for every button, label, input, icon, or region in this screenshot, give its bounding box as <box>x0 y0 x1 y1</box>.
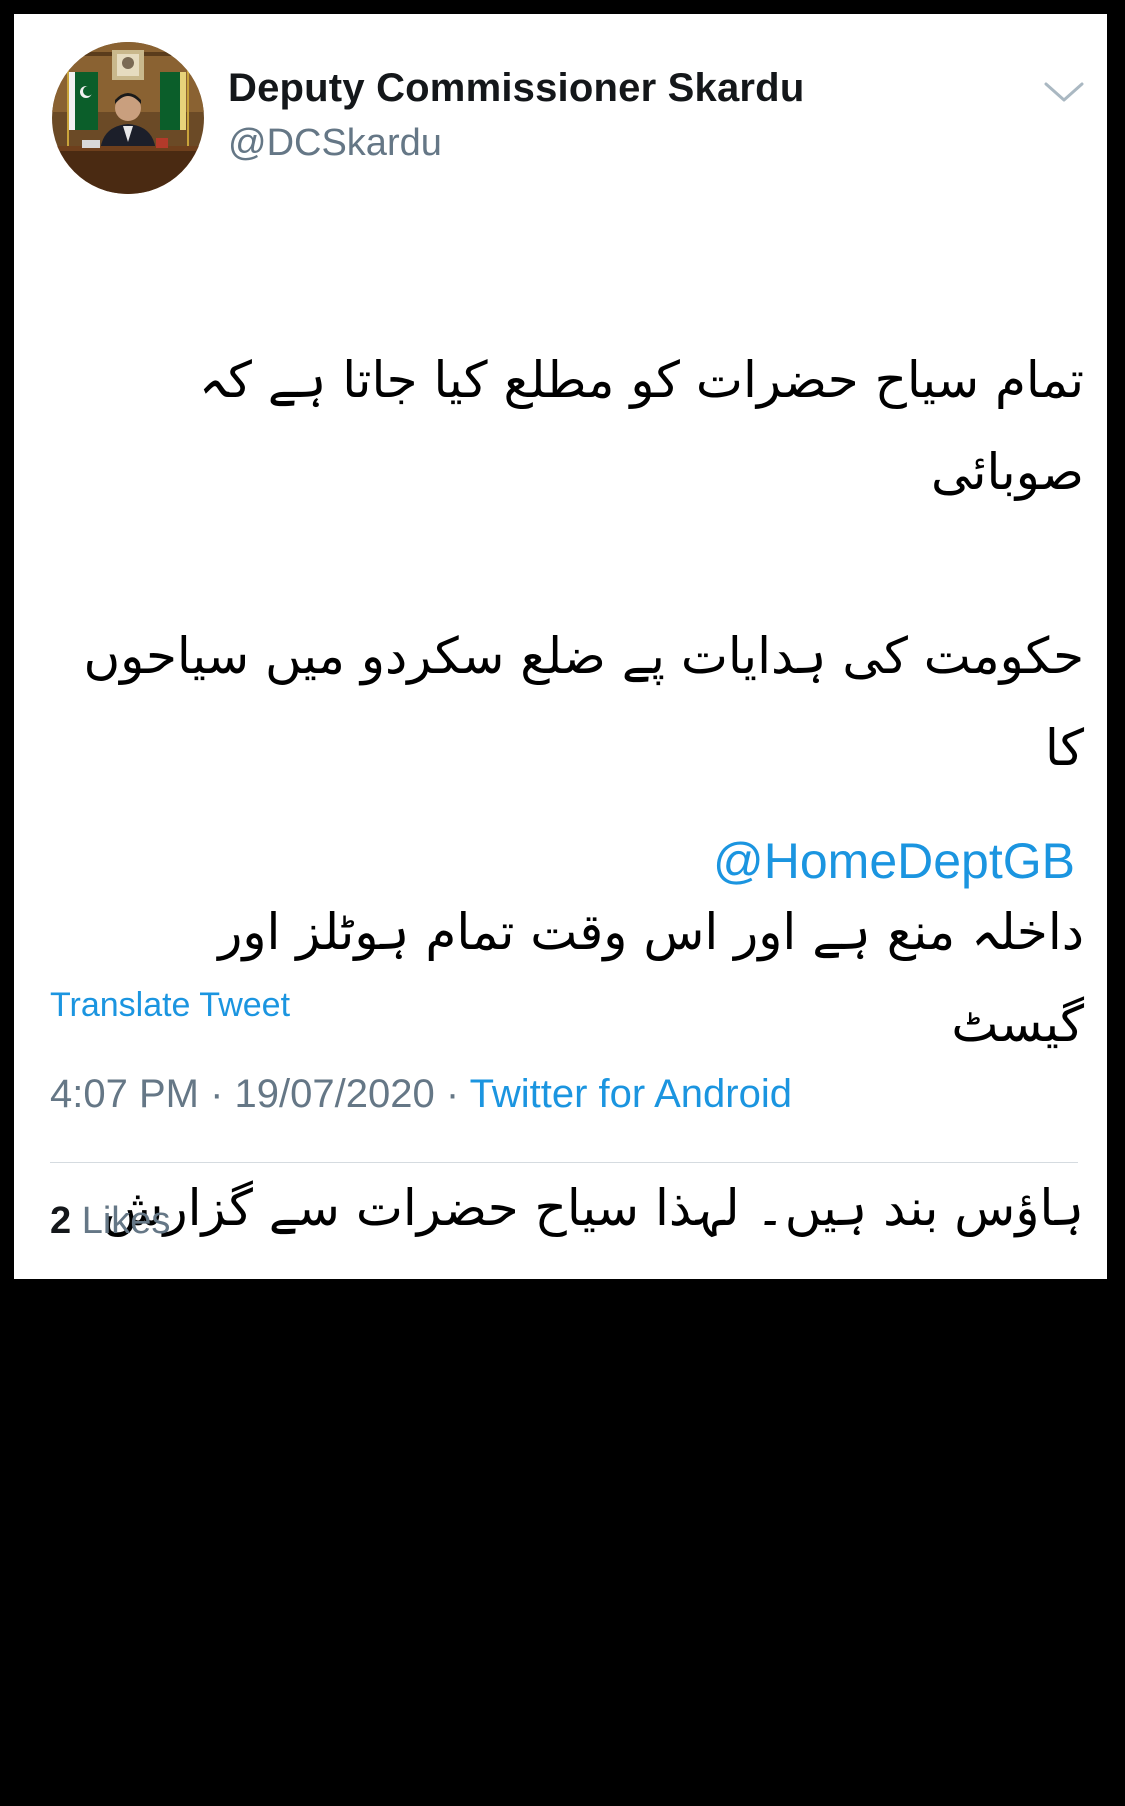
chevron-down-icon[interactable] <box>1042 78 1086 106</box>
tweet-line: ہاؤس بند ہیں۔ لہذا سیاح حضرات سے گزارش ک… <box>102 1179 1084 1329</box>
meta-separator: · <box>210 1072 224 1116</box>
mention-link[interactable]: @HomeDeptGB <box>713 832 1075 890</box>
tweet-date[interactable]: 19/07/2020 <box>235 1072 435 1116</box>
author-avatar[interactable] <box>52 42 204 194</box>
tweet-source-link[interactable]: Twitter for Android <box>470 1072 792 1116</box>
author-handle[interactable]: @DCSkardu <box>228 122 442 165</box>
tweet-line: جاتی ہے کہ سکردو کا رخ کرنے سے اجتناب کر… <box>82 1455 1084 1513</box>
tweet-line: داخلہ منع ہے اور اس وقت تمام ہوٹلز اور گ… <box>218 903 1084 1053</box>
likes-label: Likes <box>81 1200 171 1242</box>
likes-count[interactable]: 2 Likes <box>50 1200 170 1243</box>
author-display-name[interactable]: Deputy Commissioner Skardu <box>228 66 804 111</box>
tweet-line: حکومت کی ہدایات پے ضلع سکردو میں سیاحوں … <box>83 627 1084 777</box>
divider <box>50 1162 1078 1163</box>
meta-separator: · <box>445 1072 460 1116</box>
tweet-metadata: 4:07 PM · 19/07/2020 · Twitter for Andro… <box>50 1072 792 1117</box>
tweet-line: اور کسی بھی قسم کی تکلیف سے بچیں۔ <box>229 1639 1084 1697</box>
translate-tweet-link[interactable]: Translate Tweet <box>50 986 290 1025</box>
tweet-line: تمام سیاح حضرات کو مطلع کیا جاتا ہے کہ ص… <box>198 351 1084 501</box>
tweet-time[interactable]: 4:07 PM <box>50 1072 199 1116</box>
likes-number: 2 <box>50 1200 72 1242</box>
tweet-card: Deputy Commissioner Skardu @DCSkardu تما… <box>14 14 1107 1697</box>
profile-photo <box>52 42 204 194</box>
